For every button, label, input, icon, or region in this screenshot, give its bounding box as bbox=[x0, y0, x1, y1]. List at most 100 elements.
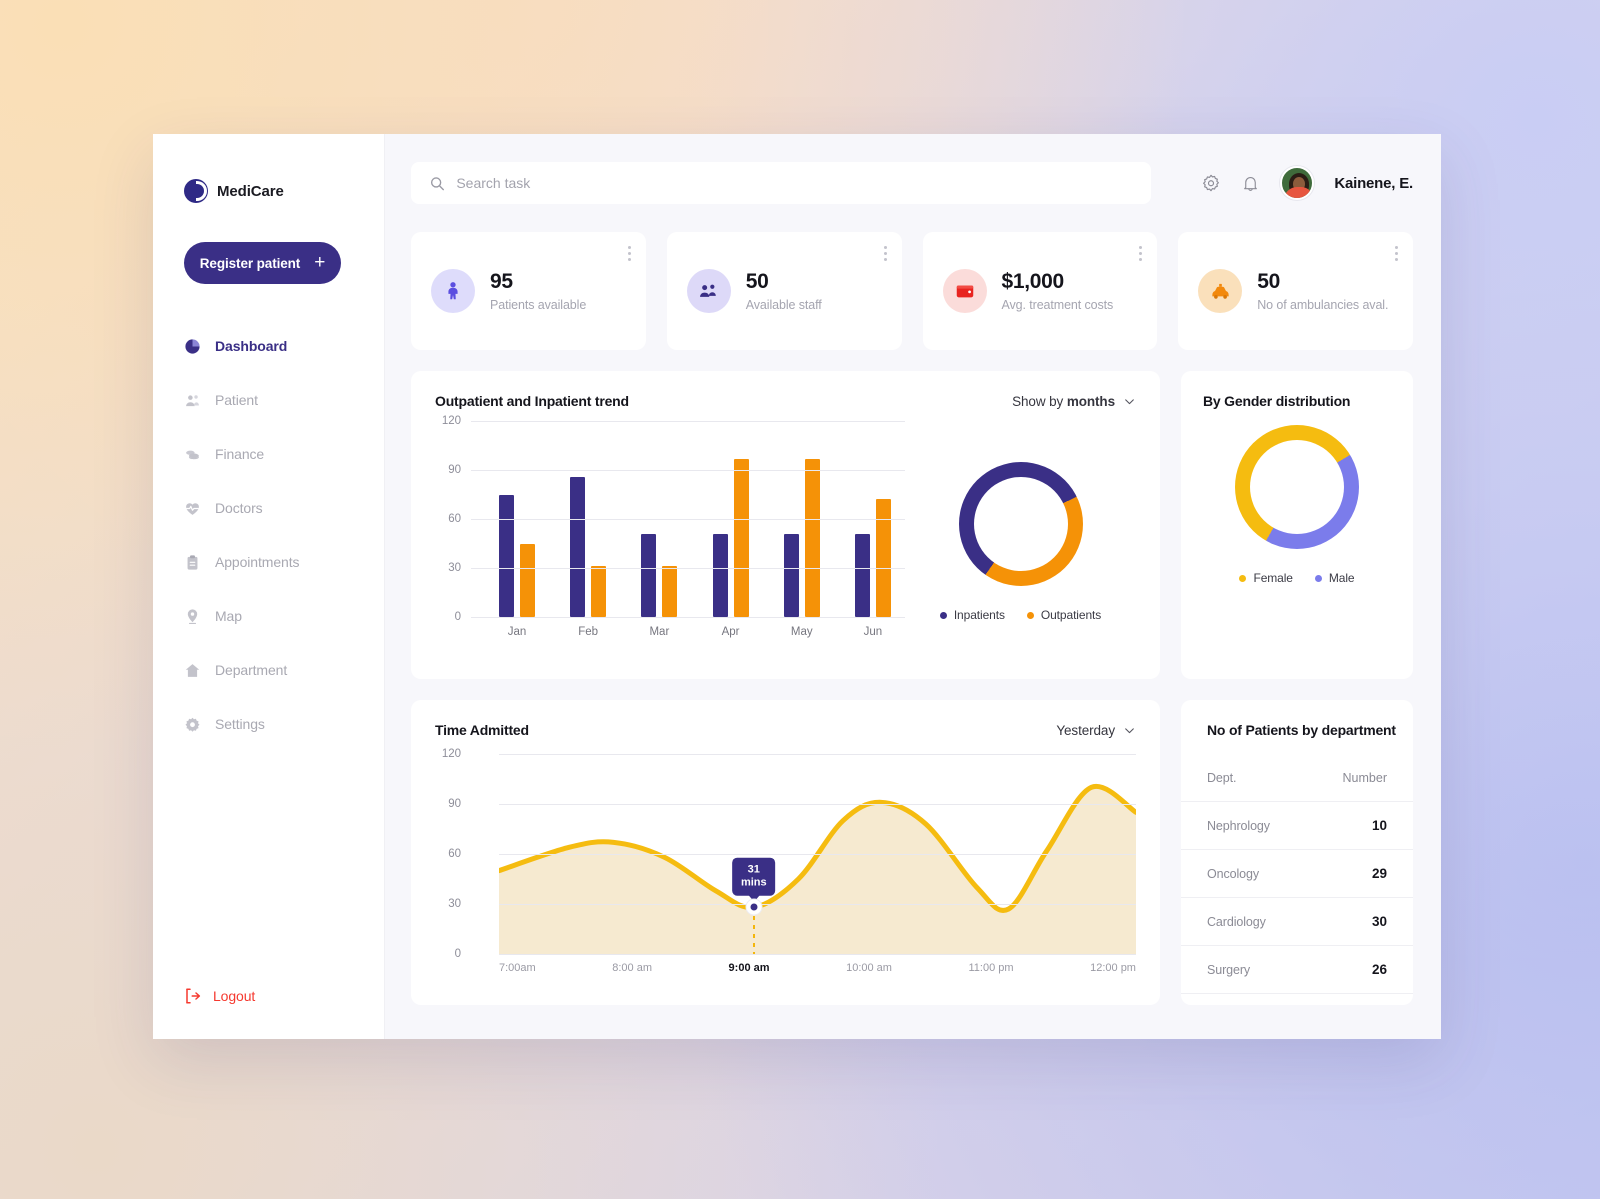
dept-number-cell: 26 bbox=[1371, 962, 1387, 977]
sidebar-item-label: Appointments bbox=[215, 554, 300, 570]
panel-title: By Gender distribution bbox=[1203, 393, 1351, 409]
dept-number-cell: 29 bbox=[1371, 866, 1387, 881]
table-row[interactable]: Nephrology 10 bbox=[1181, 802, 1413, 850]
gridline bbox=[471, 421, 905, 422]
bar-group bbox=[854, 499, 891, 617]
bottom-row: Time Admitted Yesterday 31 mins 0 30 60 90 1… bbox=[411, 700, 1413, 1005]
notifications-button[interactable] bbox=[1241, 174, 1260, 193]
stat-card-patients: 95 Patients available bbox=[411, 232, 646, 350]
gear-icon bbox=[185, 717, 200, 732]
sidebar-item-label: Doctors bbox=[215, 500, 263, 516]
x-axis-label: 12:00 pm bbox=[1090, 962, 1136, 974]
x-axis-label: 11:00 pm bbox=[968, 962, 1014, 974]
time-admitted-panel: Time Admitted Yesterday 31 mins 0 30 60 90 1… bbox=[411, 700, 1160, 1005]
bar-outpatients bbox=[591, 566, 607, 617]
bar-outpatients bbox=[520, 543, 535, 617]
x-axis-label: Mar bbox=[649, 626, 670, 638]
x-axis-label: 7:00am bbox=[499, 962, 536, 974]
bar-outpatients bbox=[662, 566, 678, 617]
topbar-actions: Kainene, E. bbox=[1201, 166, 1413, 200]
area-chart-plot: 31 mins 0 30 60 90 120 bbox=[442, 748, 1136, 960]
legend-dot-icon bbox=[1314, 574, 1322, 582]
sidebar-item-label: Dashboard bbox=[215, 338, 288, 354]
home-icon bbox=[185, 663, 200, 677]
sidebar-item-label: Settings bbox=[215, 716, 265, 732]
search-input[interactable] bbox=[456, 175, 1133, 191]
patient-icon bbox=[431, 269, 475, 313]
bell-icon bbox=[1244, 176, 1258, 191]
gridline bbox=[471, 617, 905, 618]
main-content: Kainene, E. 95 Patients available bbox=[385, 134, 1441, 1039]
sidebar-item-appointments[interactable]: Appointments bbox=[153, 535, 384, 589]
heart-pulse-icon bbox=[186, 502, 199, 515]
x-axis-label: 8:00 am bbox=[612, 962, 652, 974]
sidebar-item-finance[interactable]: Finance bbox=[153, 427, 384, 481]
x-axis-label: Feb bbox=[578, 626, 599, 638]
register-patient-label: Register patient bbox=[199, 255, 301, 271]
sidebar-item-dashboard[interactable]: Dashboard bbox=[153, 319, 384, 373]
bar-inpatients bbox=[499, 494, 514, 617]
brand-logo: MediCare bbox=[153, 134, 384, 203]
panel-title: Time Admitted bbox=[435, 722, 529, 738]
sidebar-item-doctors[interactable]: Doctors bbox=[153, 481, 384, 535]
charts-row: Outpatient and Inpatient trend Show by m… bbox=[411, 371, 1413, 679]
time-range-dropdown[interactable]: Yesterday bbox=[1056, 723, 1136, 738]
search-bar[interactable] bbox=[411, 162, 1151, 204]
legend-dot-icon bbox=[939, 611, 947, 619]
avatar[interactable] bbox=[1280, 166, 1315, 200]
gridline bbox=[471, 470, 905, 471]
bar-chart: 0 30 60 90 120 Jan Feb Mar Apr May Jun bbox=[435, 409, 905, 679]
stat-cards: 95 Patients available 50 Available staff… bbox=[411, 232, 1413, 350]
gender-donut: Female Male bbox=[1181, 425, 1413, 589]
stat-label: Patients available bbox=[490, 297, 587, 312]
marker-dot[interactable] bbox=[746, 899, 762, 915]
gridline bbox=[499, 904, 1136, 905]
ambulance-icon bbox=[1198, 269, 1243, 313]
stat-value: 95 bbox=[490, 270, 513, 294]
stat-label: Available staff bbox=[745, 297, 822, 312]
area-chart-tooltip: 31 mins bbox=[731, 858, 776, 896]
sidebar-item-settings[interactable]: Settings bbox=[153, 697, 384, 751]
legend-label: Male bbox=[1328, 571, 1355, 585]
stat-label: No of ambulancies aval. bbox=[1257, 297, 1389, 312]
table-row[interactable]: Oncology 29 bbox=[1181, 850, 1413, 898]
table-row[interactable]: Cardiology 30 bbox=[1181, 898, 1413, 946]
sidebar-item-department[interactable]: Department bbox=[153, 643, 384, 697]
brand-name: MediCare bbox=[217, 182, 284, 200]
column-header-dept: Dept. bbox=[1207, 770, 1237, 785]
table-row[interactable]: Surgery 26 bbox=[1181, 946, 1413, 994]
legend-dot-icon bbox=[1239, 574, 1247, 582]
sidebar-item-label: Patient bbox=[215, 392, 258, 408]
stat-label: Avg. treatment costs bbox=[1001, 297, 1114, 312]
card-menu-button[interactable] bbox=[1395, 246, 1398, 261]
dept-name-cell: Surgery bbox=[1207, 962, 1251, 977]
patients-by-department-panel: No of Patients by department Dept. Number… bbox=[1181, 700, 1413, 1005]
logout-button[interactable]: Logout bbox=[184, 987, 255, 1005]
stat-value: 50 bbox=[745, 270, 769, 294]
bar-inpatients bbox=[641, 533, 657, 617]
y-axis-tick: 120 bbox=[441, 415, 461, 427]
bar-group bbox=[570, 476, 607, 617]
y-axis-tick: 30 bbox=[448, 562, 461, 574]
sidebar-item-patient[interactable]: Patient bbox=[153, 373, 384, 427]
gender-distribution-panel: By Gender distribution Female Male bbox=[1181, 371, 1413, 679]
avatar-body bbox=[1284, 187, 1313, 198]
legend-label: Inpatients bbox=[953, 608, 1005, 622]
coins-icon bbox=[186, 450, 199, 459]
card-menu-button[interactable] bbox=[883, 246, 887, 261]
bar-outpatients bbox=[875, 499, 891, 617]
chevron-down-icon bbox=[1125, 727, 1134, 733]
show-by-dropdown[interactable]: Show by months bbox=[1012, 394, 1136, 409]
department-table: Dept. Number Nephrology 10 Oncology 29 Cardiol… bbox=[1181, 754, 1413, 994]
bar-inpatients bbox=[712, 533, 728, 617]
legend-item-outpatients: Outpatients bbox=[1026, 608, 1101, 622]
search-icon bbox=[430, 176, 444, 190]
settings-button[interactable] bbox=[1201, 173, 1221, 193]
dept-name-cell: Cardiology bbox=[1207, 914, 1266, 929]
sidebar-item-map[interactable]: Map bbox=[153, 589, 384, 643]
card-menu-button[interactable] bbox=[1139, 246, 1143, 261]
bar-inpatients bbox=[854, 533, 870, 617]
plus-icon: + bbox=[314, 251, 326, 273]
card-menu-button[interactable] bbox=[627, 246, 631, 261]
register-patient-button[interactable]: Register patient + bbox=[184, 242, 341, 284]
